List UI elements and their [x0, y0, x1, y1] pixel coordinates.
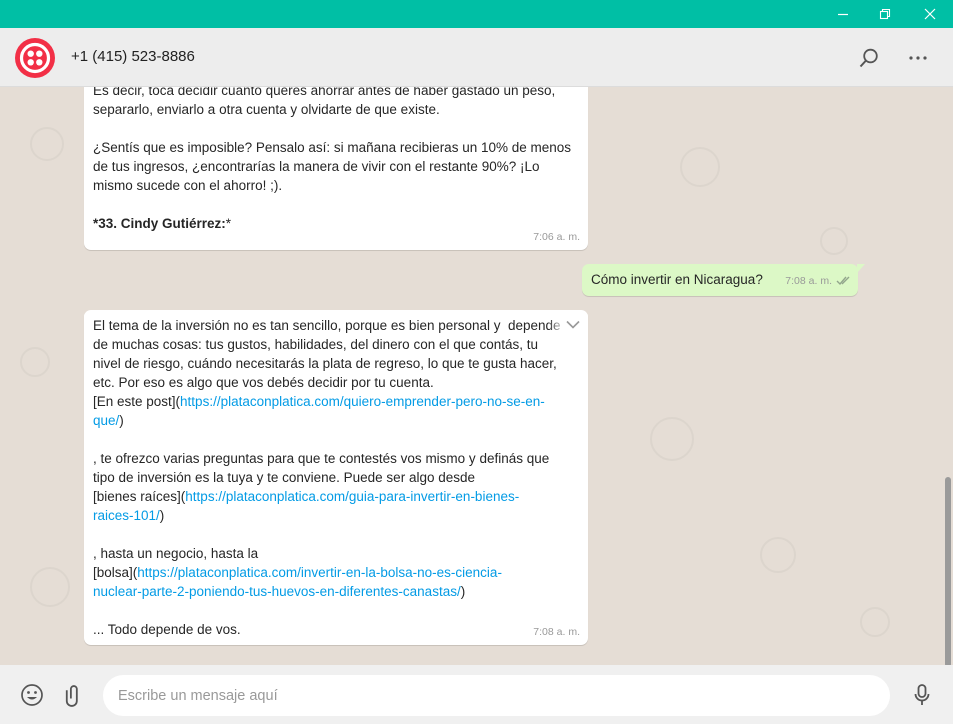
- chat-scrollbar[interactable]: [945, 477, 951, 665]
- search-icon[interactable]: [855, 44, 883, 72]
- wallpaper-doodle: [680, 147, 720, 187]
- menu-dots-icon[interactable]: [904, 44, 932, 72]
- double-check-icon: [836, 272, 852, 291]
- wallpaper-doodle: [760, 537, 796, 573]
- attach-icon[interactable]: [59, 681, 87, 709]
- wallpaper-doodle: [820, 227, 848, 255]
- chevron-down-icon[interactable]: [548, 314, 588, 334]
- wallpaper-doodle: [30, 567, 70, 607]
- wallpaper-doodle: [30, 127, 64, 161]
- bubble-tail: [84, 310, 85, 319]
- message-time: 7:08 a. m.: [533, 626, 580, 638]
- bubble-tail: [857, 264, 865, 273]
- message-text: Es decir, toca decidir cuánto querés aho…: [93, 87, 572, 231]
- message-link[interactable]: https://plataconplatica.com/invertir-en-…: [93, 565, 502, 599]
- wallpaper-doodle: [20, 347, 50, 377]
- bold-heading: *33. Cindy Gutiérrez:: [93, 216, 226, 231]
- close-icon[interactable]: [914, 0, 946, 28]
- restore-icon[interactable]: [869, 0, 901, 28]
- minimize-icon[interactable]: [827, 0, 859, 28]
- message-bubble-incoming[interactable]: El tema de la inversión no es tan sencil…: [84, 310, 588, 645]
- message-bubble-incoming[interactable]: Es decir, toca decidir cuánto querés aho…: [84, 87, 588, 250]
- message-text: El tema de la inversión no es tan sencil…: [93, 318, 561, 637]
- chat-header: +1 (415) 523-8886: [0, 28, 953, 87]
- message-bubble-outgoing[interactable]: Cómo invertir en Nicaragua? 7:08 a. m.: [582, 264, 865, 296]
- twilio-logo-icon[interactable]: [15, 38, 55, 78]
- wallpaper-doodle: [860, 607, 890, 637]
- wallpaper-doodle: [650, 417, 694, 461]
- emoji-icon[interactable]: [18, 681, 46, 709]
- message-time: 7:08 a. m.: [785, 275, 832, 287]
- microphone-icon[interactable]: [908, 681, 936, 709]
- message-time: 7:06 a. m.: [533, 231, 580, 243]
- message-input[interactable]: [103, 675, 890, 716]
- contact-name[interactable]: +1 (415) 523-8886: [71, 48, 195, 65]
- chat-area: Es decir, toca decidir cuánto querés aho…: [0, 87, 953, 665]
- window-titlebar: [0, 0, 953, 28]
- compose-bar: [0, 665, 953, 724]
